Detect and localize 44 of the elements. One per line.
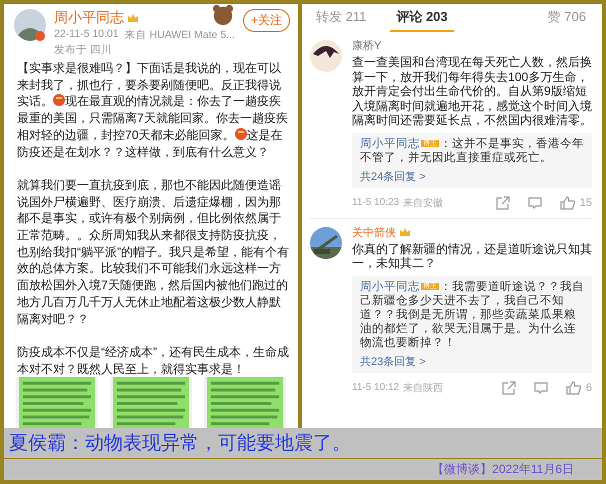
comment-time: 11-5 10:23 <box>352 197 400 208</box>
tab[interactable]: 转发 211 <box>310 4 372 32</box>
crown-icon <box>399 227 411 237</box>
comment-icon[interactable] <box>528 196 542 210</box>
author-name[interactable]: 周小平同志 <box>54 9 124 27</box>
comment-icon[interactable] <box>534 380 548 394</box>
reply-text: 周小平同志 $^{博主}$ ：我需要道听途说？？我自己新疆仓多少天进不去了，我自己不知道？？我倒是无所谓，那些卖蔬菜瓜果粮油的都烂了，欲哭无泪属于是。为什么连物流也要断掉？！ <box>360 280 585 350</box>
post-text: 防疫成本不仅是“经济成本”，还有民生成本，生命成本对不对？既然人民至上，就得实事求是！ <box>17 344 290 378</box>
author-badge: 博主 <box>421 282 439 290</box>
more-replies-link[interactable]: 共23条回复 > <box>360 354 426 368</box>
tab[interactable]: 赞 706 <box>542 4 592 32</box>
post-location: 发布于 四川 <box>54 43 113 57</box>
like-icon[interactable] <box>566 380 582 394</box>
reply-author[interactable]: 周小平同志 <box>360 138 420 150</box>
post-text: 【实事求是很难吗？】下面话是我说的，现在可以来封我了，抓也行，要杀要剐随便吧。反正我得说实话。 现在最直观的情况就是：你去了一趟疫疾最重的美国，只需隔离7天就能回家。你去一趟疫疾相对轻的边疆，封控70天都未必能回家。 这是在防疫还是在划水？？这样做，到底有什么意义？ <box>17 60 289 160</box>
like-count: 15 <box>580 196 592 208</box>
sticker-icon <box>212 4 234 26</box>
reply-author[interactable]: 周小平同志 <box>360 280 420 292</box>
share-icon[interactable] <box>496 196 510 210</box>
crown-icon <box>127 13 139 23</box>
tab[interactable]: 评论 203 <box>390 4 454 32</box>
post-time: 22-11-5 10:01 <box>54 28 119 42</box>
comment-location: 来自陕西 <box>403 382 444 394</box>
avatar-icon <box>14 9 46 41</box>
emoji-icon <box>53 94 65 106</box>
emoji-icon <box>234 128 247 140</box>
like-icon[interactable] <box>560 196 576 210</box>
follow-button[interactable]: +关注 <box>242 9 290 32</box>
comment-text: 查一查美国和台湾现在每天死亡人数，然后换算一下，放开我们每年得失去100多万生命，放开肯定会付出生命代价的。自从第9版缩短入境隔离时间就遍地开花，感觉这个时间入境隔离时间还需要延长点，不然国内很难清零。 <box>352 55 592 128</box>
post-text: 就算我们要一直抗疫到底，那也不能因此随便造谣说国外尸横遍野、医疗崩溃、后遗症爆棚，因为那都不是事实，或许有极个别病例，但比例依然属于正常范畴。。众所周知我从来都很支持防疫抗疫，也别给我扣“躺平派”的帽子。我只是希望，能有个有效的总体方案。比较我们不可能我们永远这样一方面放松国外入境7天随便跑，然后国内被他们跑过的地方几百万几千万人无休止地配着这极少数人静默隔离对吧？？ <box>17 176 290 328</box>
like-count: 6 <box>586 382 592 394</box>
author-badge: 博主 <box>421 140 439 146</box>
source-text: 【微博谈】2022年11月6日 <box>432 461 574 478</box>
post-device: 来自 HUAWEI Mate 5... <box>124 28 235 42</box>
commenter-name[interactable]: 康桥Y <box>352 38 382 53</box>
commenter-name[interactable]: 关中箭侠 <box>352 224 396 240</box>
share-icon[interactable] <box>502 380 516 394</box>
caption-text: 夏侯霸：动物表现异常，可能要地震了。 <box>9 432 351 456</box>
reply-text: 周小平同志 $^{博主}$ ：这并不是事实，香港今年不管了，并无因此直接重症或死亡。 <box>360 136 585 164</box>
comment-location: 来自安徽 <box>403 196 444 210</box>
comment-text: 你真的了解新疆的情况，还是道听途说只知其一，未知其二？ <box>352 242 592 270</box>
avatar-icon <box>310 40 342 72</box>
comment-time: 11-5 10:12 <box>352 382 400 393</box>
more-replies-link[interactable]: 共24条回复 > <box>360 168 426 184</box>
